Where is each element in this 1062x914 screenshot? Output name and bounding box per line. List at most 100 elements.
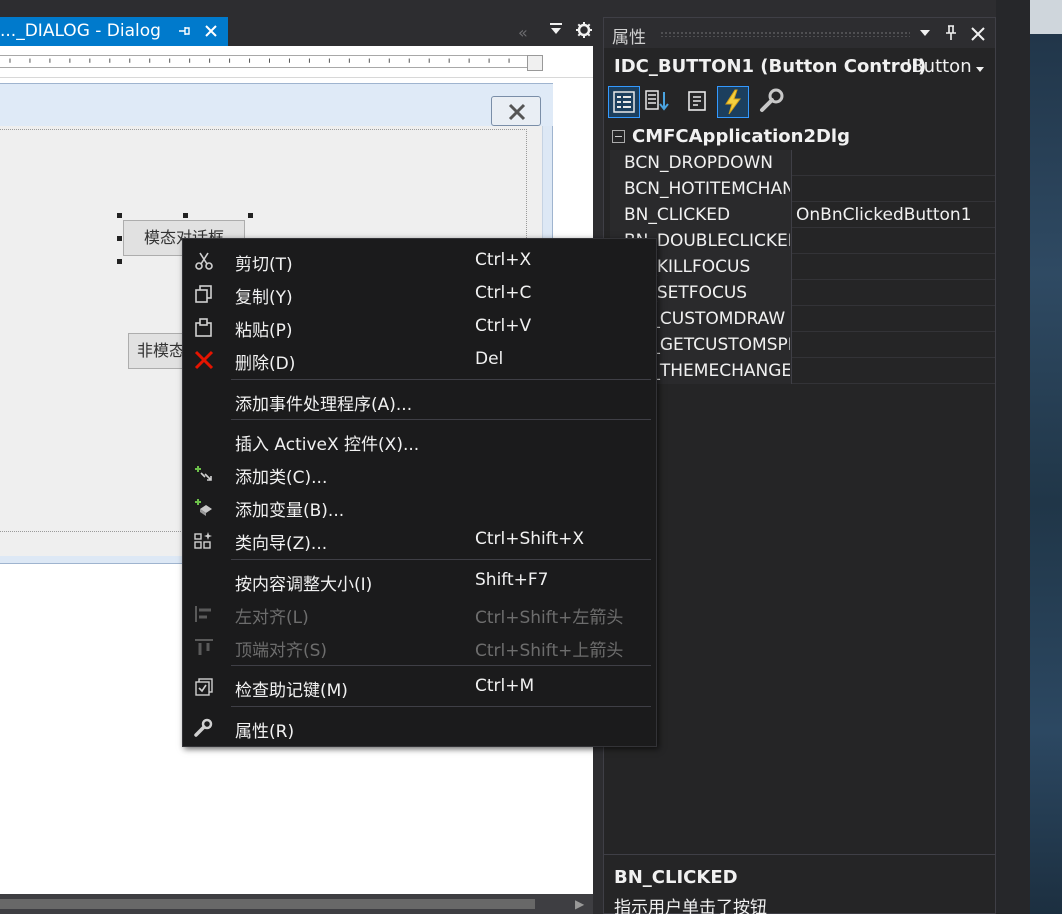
menu-item-label: 顶端对齐(S) [235, 641, 328, 661]
property-row[interactable]: BCN_DROPDOWN [610, 150, 995, 176]
pin-icon[interactable] [177, 24, 191, 38]
wrench-icon [194, 718, 213, 737]
gear-icon[interactable] [575, 21, 593, 39]
property-grid: CMFCApplication2Dlg BCN_DROPDOWN BCN_HOT… [610, 124, 995, 384]
object-name: IDC_BUTTON1 (Button Control) [614, 56, 927, 77]
property-row[interactable]: BCN_HOTITEMCHANGE [610, 176, 995, 202]
menu-item-label: 删除(D) [235, 354, 296, 374]
panel-grip[interactable] [660, 31, 910, 37]
menu-separator [231, 419, 651, 420]
add-variable-icon [195, 499, 212, 516]
menu-item-delete[interactable]: 删除(D) Del [183, 343, 656, 376]
selection-handle[interactable] [117, 236, 122, 241]
menu-item-size-to-content[interactable]: 按内容调整大小(I) Shift+F7 [183, 564, 656, 597]
horizontal-scrollbar[interactable]: ▶ [0, 894, 593, 914]
close-icon[interactable] [970, 26, 986, 42]
ruler-corner-handle[interactable] [527, 55, 543, 71]
dialog-titlebar [0, 84, 553, 126]
menu-item-shortcut: Shift+F7 [475, 570, 549, 590]
scroll-tabs-left-icon[interactable]: « [518, 23, 528, 42]
menu-item-shortcut: Ctrl+V [475, 316, 532, 336]
dialog-close-button[interactable] [491, 96, 541, 126]
properties-panel: 属性 IDC_BUTTON1 (Button Control) IButton [603, 17, 996, 914]
menu-item-insert-activex[interactable]: 插入 ActiveX 控件(X)... [183, 424, 656, 457]
alphabetical-button[interactable] [642, 86, 674, 118]
copy-icon [195, 285, 212, 303]
object-type: IButton [906, 56, 972, 77]
chevron-down-icon[interactable] [976, 67, 984, 73]
category-row[interactable]: CMFCApplication2Dlg [610, 124, 995, 150]
collapse-icon[interactable] [612, 130, 625, 143]
editor-tab-strip: ..._DIALOG - Dialog « [0, 0, 597, 46]
scrollbar-thumb[interactable] [0, 899, 535, 909]
wrench-icon [760, 88, 784, 112]
property-row[interactable]: NM_THEMECHANGED [610, 358, 995, 384]
property-row[interactable]: NM_CUSTOMDRAW [610, 306, 995, 332]
menu-item-label: 类向导(Z)... [235, 534, 328, 554]
object-selector[interactable]: IDC_BUTTON1 (Button Control) IButton [604, 52, 995, 84]
menu-item-label: 插入 ActiveX 控件(X)... [235, 435, 420, 455]
property-row[interactable]: BN_KILLFOCUS [610, 254, 995, 280]
selection-handle[interactable] [183, 213, 188, 218]
menu-item-label: 添加变量(B)... [235, 501, 345, 521]
close-icon [508, 103, 526, 121]
property-pages-icon [688, 91, 706, 111]
menu-item-shortcut: Ctrl+Shift+左箭头 [475, 608, 624, 628]
panel-title: 属性 [612, 28, 646, 48]
selection-handle[interactable] [117, 213, 122, 218]
menu-item-cut[interactable]: 剪切(T) Ctrl+X [183, 244, 656, 277]
selection-handle[interactable] [248, 213, 253, 218]
context-menu: 剪切(T) Ctrl+X 复制(Y) Ctrl+C 粘贴(P) Ctrl+V 删… [182, 238, 657, 747]
menu-item-add-variable[interactable]: 添加变量(B)... [183, 490, 656, 523]
visual-studio-window: ..._DIALOG - Dialog « 非模态 ▶ 属性 IDC_BUTTO… [0, 0, 1062, 914]
events-button[interactable] [717, 86, 749, 118]
properties-view-button[interactable] [682, 86, 714, 118]
menu-item-label: 复制(Y) [235, 288, 293, 308]
categorized-icon [613, 91, 635, 113]
window-edge [996, 0, 1030, 914]
pin-icon[interactable] [944, 25, 958, 41]
description-text: 指示用户单击了按钮 [614, 898, 767, 914]
menu-item-add-event-handler[interactable]: 添加事件处理程序(A)... [183, 384, 656, 417]
menu-item-shortcut: Ctrl+X [475, 250, 532, 270]
properties-toolbar [604, 86, 995, 122]
menu-item-shortcut: Ctrl+Shift+上箭头 [475, 641, 624, 661]
menu-item-properties[interactable]: 属性(R) [183, 711, 656, 744]
categorized-button[interactable] [608, 86, 640, 118]
property-row[interactable]: NM_GETCUSTOMSPLITRECT [610, 332, 995, 358]
menu-item-align-top: 顶端对齐(S) Ctrl+Shift+上箭头 [183, 630, 656, 663]
menu-item-label: 粘贴(P) [235, 321, 293, 341]
menu-item-paste[interactable]: 粘贴(P) Ctrl+V [183, 310, 656, 343]
property-pages-button[interactable] [757, 86, 789, 118]
property-row[interactable]: BN_SETFOCUS [610, 280, 995, 306]
tab-dialog-editor[interactable]: ..._DIALOG - Dialog [0, 17, 228, 46]
menu-item-shortcut: Ctrl+M [475, 676, 535, 696]
property-row[interactable]: BN_DOUBLECLICKED [610, 228, 995, 254]
properties-header: 属性 [604, 18, 995, 48]
description-pane: BN_CLICKED 指示用户单击了按钮 [604, 854, 995, 914]
description-title: BN_CLICKED [614, 867, 738, 888]
menu-item-align-left: 左对齐(L) Ctrl+Shift+左箭头 [183, 597, 656, 630]
menu-separator [231, 379, 651, 380]
property-name: BCN_HOTITEMCHANGE [624, 179, 790, 199]
chevron-down-icon[interactable] [919, 28, 931, 38]
ruler [0, 46, 593, 78]
menu-item-label: 添加类(C)... [235, 468, 328, 488]
menu-item-shortcut: Ctrl+C [475, 283, 532, 303]
property-value[interactable]: OnBnClickedButton1 [796, 205, 972, 225]
menu-item-label: 属性(R) [235, 722, 295, 742]
property-row[interactable]: BN_CLICKED OnBnClickedButton1 [610, 202, 995, 228]
menu-item-check-mnemonics[interactable]: 检查助记键(M) Ctrl+M [183, 670, 656, 703]
menu-item-label: 按内容调整大小(I) [235, 575, 373, 595]
class-wizard-icon [194, 532, 212, 549]
menu-item-shortcut: Del [475, 349, 504, 369]
menu-item-class-wizard[interactable]: 类向导(Z)... Ctrl+Shift+X [183, 523, 656, 556]
selection-handle[interactable] [117, 259, 122, 264]
tab-list-dropdown-icon[interactable] [549, 21, 563, 37]
menu-item-copy[interactable]: 复制(Y) Ctrl+C [183, 277, 656, 310]
add-class-icon [195, 466, 212, 481]
scroll-right-icon[interactable]: ▶ [575, 897, 584, 911]
menu-item-add-class[interactable]: 添加类(C)... [183, 457, 656, 490]
lightning-icon [725, 89, 741, 115]
close-icon[interactable] [203, 23, 219, 39]
